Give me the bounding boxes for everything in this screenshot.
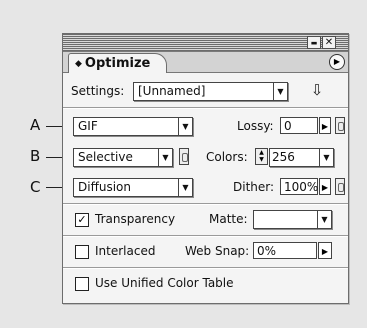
web-snap-label: Web Snap: [185, 244, 250, 258]
colors-stepper[interactable]: ▲ ▼ [255, 148, 268, 165]
palette-dropdown[interactable]: Selective ▼ [73, 148, 173, 167]
chevron-down-icon: ▼ [178, 179, 192, 196]
dither-method-dropdown[interactable]: Diffusion ▼ [73, 178, 193, 197]
collapse-button[interactable]: ▬ [307, 36, 321, 49]
lossy-input[interactable]: 0 [280, 117, 318, 134]
download-arrow-icon: ⇩ [310, 81, 324, 99]
settings-label: Settings: [71, 84, 125, 98]
dither-mask-button[interactable] [335, 178, 345, 195]
chevron-down-icon: ▼ [178, 118, 192, 135]
divider [63, 203, 348, 205]
format-value: GIF [78, 119, 98, 133]
palette-menu-icon: ▶ [333, 57, 341, 66]
settings-value: [Unnamed] [138, 84, 206, 98]
dither-method-value: Diffusion [78, 180, 131, 194]
unified-color-table-checkbox[interactable] [75, 277, 89, 291]
format-dropdown[interactable]: GIF ▼ [73, 117, 193, 136]
palette-menu-button[interactable]: ▶ [329, 54, 345, 70]
callout-a: A [30, 116, 41, 134]
matte-label: Matte: [209, 212, 248, 226]
web-snap-input[interactable]: 0% [253, 242, 317, 259]
slider-arrow-icon: ▶ [321, 122, 329, 131]
dither-input[interactable]: 100% [280, 178, 318, 195]
palette-titlebar[interactable]: ▬ ✕ [63, 34, 348, 52]
interlaced-label: Interlaced [95, 244, 156, 258]
lossy-mask-button[interactable] [335, 117, 345, 134]
unified-color-table-label: Use Unified Color Table [95, 276, 234, 290]
callout-c: C [30, 178, 41, 196]
tab-arrows-icon: ◆ [75, 59, 82, 69]
chevron-down-icon: ▼ [317, 211, 331, 228]
chevron-down-icon: ▼ [273, 83, 287, 100]
chevron-down-icon: ▼ [319, 149, 333, 166]
optimize-palette: ▬ ✕ ◆ Optimize ▶ Settings: [Unnamed] ▼ ⇩ … [62, 33, 349, 304]
tab-row: ◆ Optimize ▶ [63, 52, 348, 73]
tab-optimize[interactable]: ◆ Optimize [68, 53, 168, 73]
dither-slider-button[interactable]: ▶ [319, 178, 331, 195]
settings-dropdown[interactable]: [Unnamed] ▼ [133, 82, 288, 101]
chevron-down-icon: ▼ [158, 149, 172, 166]
colors-label: Colors: [206, 150, 248, 164]
lossy-slider-button[interactable]: ▶ [319, 117, 331, 134]
colors-value: 256 [272, 150, 295, 164]
palette-mask-button[interactable] [179, 148, 189, 165]
tab-optimize-label: Optimize [84, 56, 151, 71]
collapse-icon: ▬ [310, 39, 318, 47]
stepper-down-icon: ▼ [259, 156, 264, 163]
transparency-label: Transparency [95, 212, 176, 226]
palette-value: Selective [78, 150, 133, 164]
web-snap-slider-button[interactable]: ▶ [318, 242, 332, 259]
load-settings-button[interactable]: ⇩ [307, 81, 327, 99]
slider-arrow-icon: ▶ [321, 183, 329, 192]
close-icon: ✕ [324, 37, 334, 48]
slider-arrow-icon: ▶ [321, 247, 329, 256]
stepper-up-icon: ▲ [259, 149, 264, 156]
close-button[interactable]: ✕ [322, 36, 336, 49]
lossy-label: Lossy: [237, 119, 274, 133]
dither-label: Dither: [233, 180, 275, 194]
callout-b: B [30, 147, 41, 165]
divider [63, 235, 348, 237]
colors-dropdown[interactable]: 256 ▼ [269, 148, 334, 167]
checkmark-icon: ✓ [77, 213, 87, 226]
transparency-checkbox[interactable]: ✓ [75, 213, 89, 227]
divider [63, 267, 348, 269]
interlaced-checkbox[interactable] [75, 245, 89, 259]
divider [63, 107, 348, 109]
matte-dropdown[interactable]: ▼ [253, 210, 332, 229]
